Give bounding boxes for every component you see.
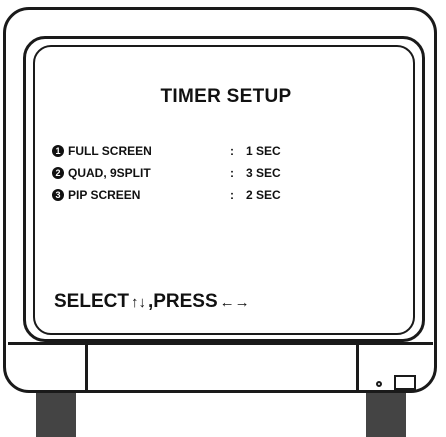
front-panel-divider-left <box>85 345 88 391</box>
monitor-foot-right <box>366 393 406 437</box>
menu-item-full-screen[interactable]: 1 FULL SCREEN : 1 SEC <box>52 144 281 158</box>
power-led-icon <box>376 381 382 387</box>
front-panel-divider-right <box>356 345 359 391</box>
power-button[interactable] <box>394 375 416 390</box>
osd-instructions: SELECT ↑↓ ,PRESS ←→ <box>54 291 252 313</box>
menu-item-value: 1 SEC <box>246 144 281 158</box>
number-2-icon: 2 <box>52 167 64 179</box>
menu-item-label: PIP SCREEN <box>68 188 141 202</box>
select-label: SELECT <box>54 291 129 312</box>
separator: : <box>230 188 234 202</box>
menu-item-value: 2 SEC <box>246 188 281 202</box>
separator: : <box>230 144 234 158</box>
separator: : <box>230 166 234 180</box>
osd-title: TIMER SETUP <box>160 86 292 107</box>
menu-item-pip-screen[interactable]: 3 PIP SCREEN : 2 SEC <box>52 188 281 202</box>
menu-item-label: QUAD, 9SPLIT <box>68 166 151 180</box>
menu-item-value: 3 SEC <box>246 166 281 180</box>
monitor-foot-left <box>36 393 76 437</box>
front-panel-edge <box>8 342 433 345</box>
press-label: ,PRESS <box>147 291 218 312</box>
left-right-arrows-icon: ←→ <box>219 293 250 311</box>
menu-item-label: FULL SCREEN <box>68 144 152 158</box>
number-1-icon: 1 <box>52 145 64 157</box>
number-3-icon: 3 <box>52 189 64 201</box>
menu-item-quad-9split[interactable]: 2 QUAD, 9SPLIT : 3 SEC <box>52 166 281 180</box>
up-down-arrows-icon: ↑↓ <box>130 293 146 311</box>
